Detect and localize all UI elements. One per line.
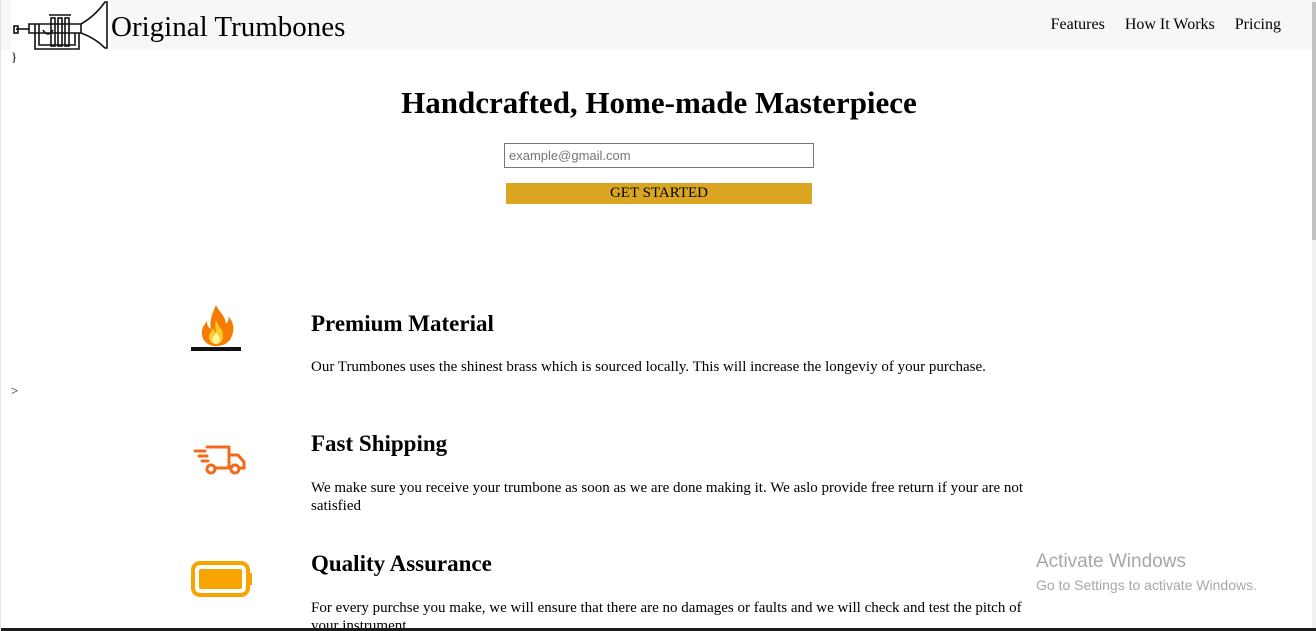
hero-title: Handcrafted, Home-made Masterpiece: [401, 85, 917, 120]
get-started-button[interactable]: GET STARTED: [506, 183, 812, 204]
activation-watermark-subtitle: Go to Settings to activate Windows.: [1036, 577, 1257, 593]
trumpet-icon: [13, 1, 108, 50]
nav-link-pricing[interactable]: Pricing: [1235, 16, 1281, 34]
feature-title: Quality Assurance: [311, 551, 492, 576]
stray-character: >: [11, 383, 19, 398]
vertical-scrollbar[interactable]: [1312, 0, 1316, 631]
nav-link-how-it-works[interactable]: How It Works: [1125, 16, 1215, 34]
feature-text: We make sure you receive your trumbone a…: [311, 480, 1024, 514]
site-header: Original Trumbones Features How It Works…: [1, 0, 1313, 52]
battery-icon: [190, 560, 254, 605]
logo[interactable]: [11, 0, 111, 52]
activation-watermark-title: Activate Windows: [1036, 551, 1186, 572]
stray-character: }: [11, 49, 18, 64]
fire-icon: [191, 302, 243, 359]
main-nav: Features How It Works Pricing: [1051, 16, 1281, 34]
page: Original Trumbones Features How It Works…: [0, 0, 1316, 631]
feature-text: Our Trumbones uses the shinest brass whi…: [311, 359, 986, 375]
email-input[interactable]: [504, 143, 814, 168]
feature-text: For every purchse you make, we will ensu…: [311, 600, 1022, 631]
feature-title: Premium Material: [311, 311, 494, 336]
feature-title: Fast Shipping: [311, 431, 448, 456]
nav-link-features[interactable]: Features: [1051, 16, 1105, 34]
shipping-truck-icon: [193, 443, 247, 482]
brand-name[interactable]: Original Trumbones: [111, 9, 345, 45]
scrollbar-thumb[interactable]: [1312, 2, 1316, 240]
